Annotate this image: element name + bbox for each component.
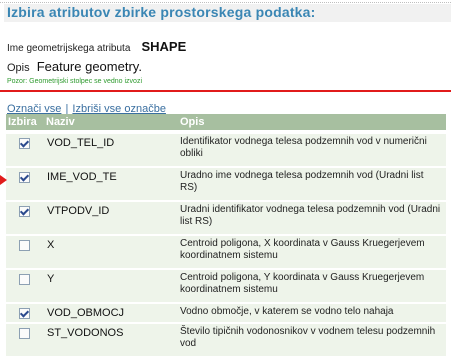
attribute-name: VOD_TEL_ID (47, 137, 115, 149)
row-checkbox[interactable] (19, 138, 30, 149)
geometry-description-row: Opis Feature geometry. (7, 59, 142, 74)
attribute-name: X (47, 239, 55, 251)
section-divider (0, 90, 451, 92)
row-checkbox[interactable] (19, 240, 30, 251)
attribute-description: Število tipičnih vodonosnikov v vodnem t… (180, 326, 436, 349)
attribute-description: Uradni identifikator vodnega telesa podz… (180, 204, 441, 227)
table-row: VOD_OBMOCJ Vodno območje, v katerem se v… (6, 304, 446, 322)
geometry-description-label: Opis (7, 62, 30, 74)
attribute-name: IME_VOD_TE (47, 171, 117, 183)
page-title: Izbira atributov zbirke prostorskega pod… (7, 4, 316, 20)
attribute-description: Vodno območje, v katerem se vodno telo n… (180, 306, 394, 317)
attribute-description: Centroid poligona, Y koordinata v Gauss … (180, 272, 425, 295)
row-checkbox[interactable] (19, 328, 30, 339)
row-checkbox[interactable] (19, 274, 30, 285)
geometry-export-note: Pozor: Geometrijski stolpec se vedno izv… (7, 78, 142, 85)
row-checkbox[interactable] (19, 206, 30, 217)
attribute-description: Identifikator vodnega telesa podzemnih v… (180, 136, 427, 159)
attribute-name: ST_VODONOS (47, 327, 124, 339)
attribute-description: Uradno ime vodnega telesa podzemnih vod … (180, 170, 424, 193)
attribute-table: VOD_TEL_ID Identifikator vodnega telesa … (6, 132, 446, 358)
table-row: VTPODV_ID Uradni identifikator vodnega t… (6, 202, 446, 234)
geometry-attribute-row: Ime geometrijskega atributa SHAPE (7, 39, 186, 57)
table-row: ST_VODONOS Število tipičnih vodonosnikov… (6, 324, 446, 356)
attribute-description: Centroid poligona, X koordinata v Gauss … (180, 238, 425, 261)
column-header-opis: Opis (180, 116, 205, 128)
row-checkbox[interactable] (19, 172, 30, 183)
table-row: VOD_TEL_ID Identifikator vodnega telesa … (6, 134, 446, 166)
table-row: X Centroid poligona, X koordinata v Gaus… (6, 236, 446, 268)
row-checkbox[interactable] (19, 308, 30, 319)
geometry-description-value: Feature geometry. (36, 59, 142, 74)
column-header-izbira: Izbira (8, 116, 37, 128)
table-row: Y Centroid poligona, Y koordinata v Gaus… (6, 270, 446, 302)
attribute-name: Y (47, 273, 55, 285)
table-header: Izbira Naziv Opis (6, 114, 446, 130)
top-dotted-divider (0, 2, 451, 3)
attribute-name: VTPODV_ID (47, 205, 110, 217)
attribute-name: VOD_OBMOCJ (47, 307, 125, 319)
row-pointer-arrow-icon (0, 175, 7, 185)
table-row: IME_VOD_TE Uradno ime vodnega telesa pod… (6, 168, 446, 200)
geometry-attribute-value: SHAPE (141, 39, 187, 54)
column-header-naziv: Naziv (46, 116, 75, 128)
geometry-attribute-label: Ime geometrijskega atributa (7, 43, 131, 54)
